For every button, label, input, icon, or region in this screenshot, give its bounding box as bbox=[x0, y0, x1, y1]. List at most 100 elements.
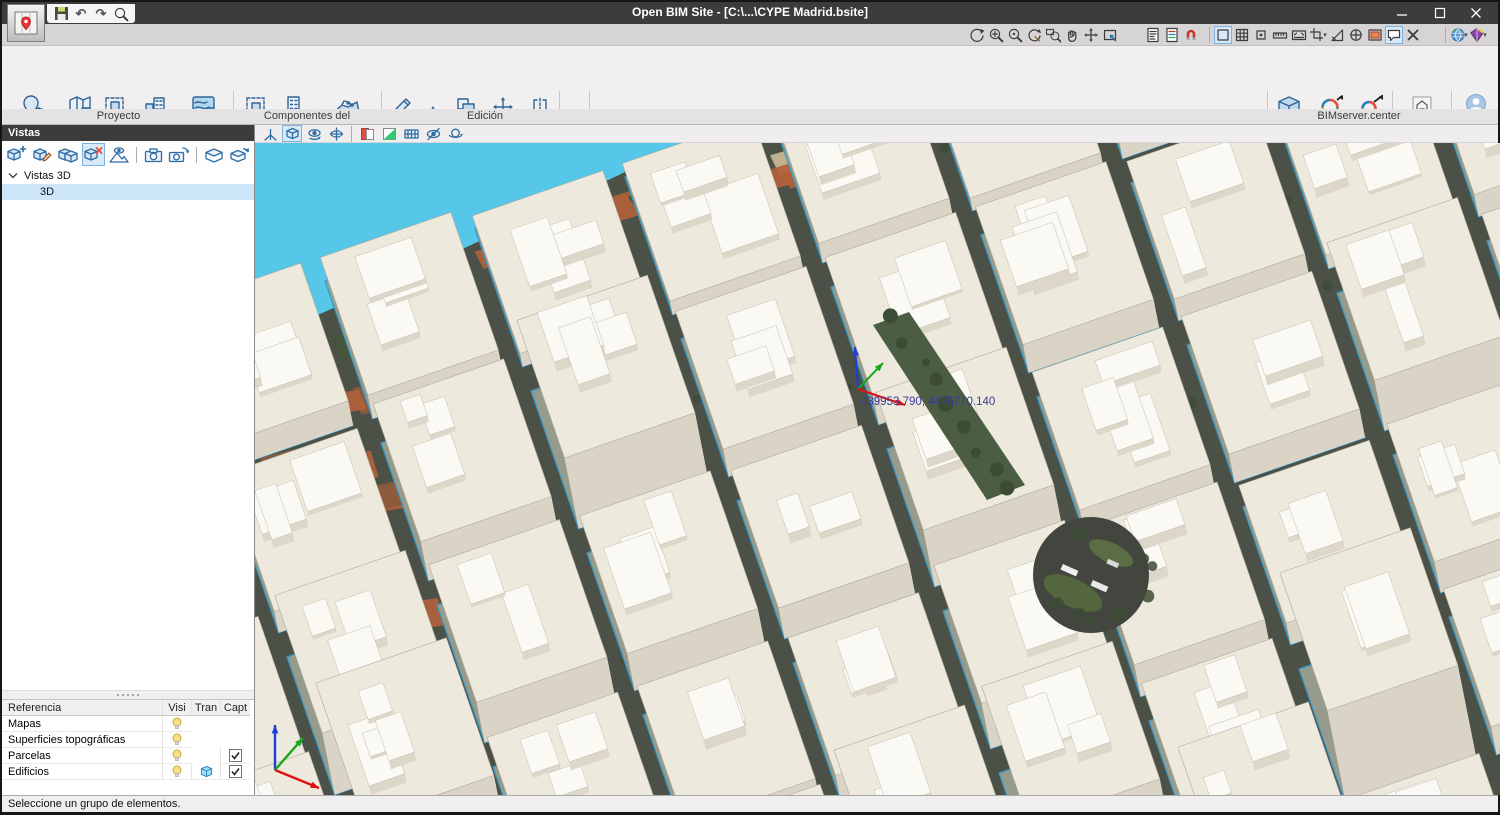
crop-icon[interactable]: ▾ bbox=[1309, 26, 1327, 44]
protractor-icon[interactable] bbox=[1328, 26, 1346, 44]
maximize-button[interactable] bbox=[1422, 2, 1458, 24]
tree-group-vistas-3d[interactable]: Vistas 3D bbox=[2, 168, 254, 184]
visibility-bulb-icon[interactable] bbox=[162, 764, 191, 780]
selection-box-icon[interactable] bbox=[1214, 26, 1232, 44]
redo-icon[interactable]: ↷ bbox=[93, 6, 109, 22]
layer-label: Superficies topográficas bbox=[2, 732, 162, 748]
photo-view-icon[interactable] bbox=[167, 143, 191, 166]
group-label-edicion: Edición bbox=[382, 109, 588, 125]
transparency-cube-icon[interactable] bbox=[191, 764, 220, 780]
window-title: Open BIM Site - [C:\...\CYPE Madrid.bsit… bbox=[2, 2, 1498, 23]
axes-icon[interactable] bbox=[260, 125, 280, 142]
title-bar: Open BIM Site - [C:\...\CYPE Madrid.bsit… bbox=[2, 2, 1498, 24]
3d-viewport[interactable]: 439953.790, 4475770.140 bbox=[255, 143, 1500, 795]
display-toolbar-group: ▾ bbox=[1206, 26, 1422, 44]
viewport-toolbar bbox=[255, 125, 1498, 143]
status-bar: Seleccione un grupo de elementos. bbox=[2, 795, 1498, 812]
zoom-extents-icon[interactable] bbox=[987, 26, 1005, 44]
delete-view-icon[interactable] bbox=[82, 143, 106, 166]
capture-icon[interactable] bbox=[1366, 26, 1384, 44]
group-label-componentes: Componentes del emplazamiento bbox=[234, 109, 380, 125]
svg-text:439953.790, 4475770.140: 439953.790, 4475770.140 bbox=[861, 396, 995, 408]
turn-view-icon[interactable] bbox=[326, 125, 346, 142]
dimension-style-icon[interactable] bbox=[1290, 26, 1308, 44]
orbit-eye-icon[interactable] bbox=[304, 125, 324, 142]
ribbon-group-band: Proyecto Componentes del emplazamiento E… bbox=[2, 109, 1498, 125]
capture-checkbox[interactable] bbox=[220, 748, 250, 764]
section-box-edit-icon[interactable] bbox=[228, 143, 252, 166]
layer-row-edificios[interactable]: Edificios bbox=[2, 764, 254, 780]
redraw-icon[interactable] bbox=[1025, 26, 1043, 44]
layer-label: Mapas bbox=[2, 716, 162, 732]
rotate-3d-icon[interactable] bbox=[445, 125, 465, 142]
dxf-layers-icon[interactable] bbox=[1163, 26, 1181, 44]
3d-scene: 439953.790, 4475770.140 bbox=[255, 143, 1500, 795]
toolbar-divider bbox=[1209, 27, 1210, 43]
tree-item-label: 3D bbox=[40, 186, 54, 198]
app-menu-button[interactable] bbox=[7, 4, 45, 42]
pan-hand-icon[interactable] bbox=[1063, 26, 1081, 44]
layers-table-header: Referencia Visi Tran Capt bbox=[2, 700, 254, 716]
crop-dropdown-arrow: ▾ bbox=[1323, 31, 1327, 39]
save-icon[interactable] bbox=[53, 6, 69, 22]
vistas-panel: Vistas Vistas 3D 3D Referencia Visi bbox=[2, 125, 255, 795]
edit-view-icon[interactable] bbox=[31, 143, 55, 166]
sections-icon[interactable] bbox=[357, 125, 377, 142]
isometric-box-icon[interactable] bbox=[282, 125, 302, 142]
ribbon: Parámetros generales Mapas Parcelas Edif… bbox=[2, 46, 1498, 109]
visibility-bulb-icon[interactable] bbox=[162, 748, 191, 764]
comments-icon[interactable] bbox=[1385, 26, 1403, 44]
tools-icon[interactable] bbox=[1404, 26, 1422, 44]
hide-elements-icon[interactable] bbox=[423, 125, 443, 142]
orbit-icon[interactable] bbox=[968, 26, 986, 44]
language-globe-icon[interactable]: ▾ bbox=[1450, 26, 1468, 44]
dxf-templates-icon[interactable] bbox=[1144, 26, 1162, 44]
undo-icon[interactable]: ↶ bbox=[73, 6, 89, 22]
nav-toolbar-group bbox=[968, 26, 1119, 44]
perspective-view-icon[interactable] bbox=[107, 143, 131, 166]
app-logo-map-pin-icon bbox=[12, 9, 40, 37]
minimize-button[interactable] bbox=[1384, 2, 1420, 24]
dimension-ruler-icon[interactable] bbox=[1271, 26, 1289, 44]
toolbar-divider bbox=[1445, 27, 1446, 43]
status-message: Seleccione un grupo de elementos. bbox=[8, 798, 180, 810]
vistas-toolbar bbox=[2, 141, 254, 168]
quick-access-toolbar: ↶ ↷ bbox=[47, 4, 135, 23]
zoom-scale-icon[interactable] bbox=[1006, 26, 1024, 44]
globe-dropdown-arrow: ▾ bbox=[1464, 31, 1468, 39]
panel-splitter[interactable] bbox=[2, 690, 254, 699]
grid-icon[interactable] bbox=[1233, 26, 1251, 44]
layer-row-mapas[interactable]: Mapas bbox=[2, 716, 254, 732]
book-dropdown-arrow: ▾ bbox=[1483, 31, 1487, 39]
background-icon[interactable] bbox=[379, 125, 399, 142]
app-window: Open BIM Site - [C:\...\CYPE Madrid.bsit… bbox=[0, 0, 1500, 813]
search-icon[interactable] bbox=[113, 6, 129, 22]
close-button[interactable] bbox=[1458, 2, 1494, 24]
group-label-proyecto: Proyecto bbox=[4, 109, 233, 125]
new-view-icon[interactable] bbox=[5, 143, 29, 166]
layer-row-parcelas[interactable]: Parcelas bbox=[2, 748, 254, 764]
tree-item-3d[interactable]: 3D bbox=[2, 184, 254, 200]
toolbar-divider bbox=[136, 147, 137, 163]
grid-ruler-icon[interactable] bbox=[401, 125, 421, 142]
layer-label: Parcelas bbox=[2, 748, 162, 764]
photo-icon[interactable] bbox=[142, 143, 166, 166]
header-tran: Tran bbox=[191, 700, 220, 716]
help-toolbar-group: ▾ ▾ bbox=[1442, 26, 1487, 44]
navigation-toolbar-row: ▾ ▾ ▾ bbox=[2, 24, 1498, 46]
header-referencia: Referencia bbox=[2, 700, 162, 716]
section-box-icon[interactable] bbox=[202, 143, 226, 166]
layer-row-superficies[interactable]: Superficies topográficas bbox=[2, 732, 254, 748]
zoom-window-icon[interactable] bbox=[1044, 26, 1062, 44]
help-book-icon[interactable]: ▾ bbox=[1469, 26, 1487, 44]
duplicate-view-icon[interactable] bbox=[56, 143, 80, 166]
previous-view-icon[interactable] bbox=[1101, 26, 1119, 44]
move-view-icon[interactable] bbox=[1082, 26, 1100, 44]
visibility-bulb-icon[interactable] bbox=[162, 716, 191, 732]
capture-checkbox[interactable] bbox=[220, 764, 250, 780]
polar-reference-icon[interactable] bbox=[1347, 26, 1365, 44]
object-snap-magnet-icon[interactable] bbox=[1182, 26, 1200, 44]
snap-point-icon[interactable] bbox=[1252, 26, 1270, 44]
visibility-bulb-icon[interactable] bbox=[162, 732, 191, 748]
vistas-panel-header: Vistas bbox=[2, 125, 254, 141]
